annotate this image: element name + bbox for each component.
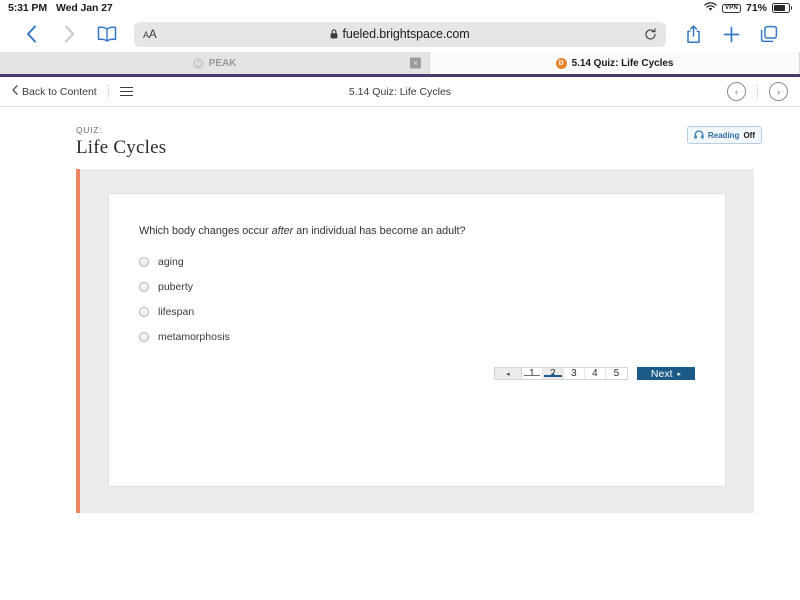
- reading-label: Reading: [707, 130, 740, 140]
- reload-icon[interactable]: [644, 27, 657, 41]
- back-to-content-label: Back to Content: [22, 85, 97, 98]
- option-label: aging: [158, 256, 184, 269]
- reading-state: Off: [743, 130, 755, 140]
- page-number: 5: [613, 368, 620, 380]
- tabs-overview-button[interactable]: [750, 19, 788, 49]
- browser-tab-quiz[interactable]: D 5.14 Quiz: Life Cycles: [430, 52, 800, 74]
- url-text: fueled.brightspace.com: [342, 27, 470, 41]
- share-button[interactable]: [674, 19, 712, 49]
- quiz-content-region: Which body changes occur after an indivi…: [76, 169, 754, 513]
- page-button-1[interactable]: 1: [522, 368, 543, 380]
- page-button-5[interactable]: 5: [606, 368, 627, 379]
- option-row[interactable]: aging: [139, 256, 695, 268]
- page-number: 1: [529, 368, 535, 380]
- battery-percent: 71%: [745, 2, 767, 14]
- nav-divider-right: [757, 84, 758, 99]
- next-button-label: Next: [650, 367, 673, 380]
- vpn-badge: VPN: [722, 3, 741, 13]
- option-label: metamorphosis: [158, 331, 230, 344]
- nav-divider: [107, 84, 109, 99]
- bookmarks-button[interactable]: [88, 19, 126, 49]
- page-button-3[interactable]: 3: [564, 368, 585, 380]
- wifi-icon: [704, 1, 717, 15]
- tab-content-peak: G PEAK: [192, 57, 237, 69]
- page-button-4[interactable]: 4: [585, 368, 606, 380]
- lms-nav-bar: Back to Content 5.14 Quiz: Life Cycles ‹…: [0, 77, 800, 107]
- pagination-row: ◂ 1 2 3 4 5 Next ▸: [139, 367, 695, 381]
- nav-next-button[interactable]: ›: [769, 82, 788, 101]
- option-label: lifespan: [158, 306, 195, 319]
- browser-tab-bar: G PEAK × D 5.14 Quiz: Life Cycles: [0, 52, 800, 77]
- page-number: 3: [571, 368, 577, 380]
- status-bar-right: VPN 71%: [704, 1, 792, 15]
- lms-nav-right: ‹ ›: [727, 82, 788, 101]
- tab-title-peak: PEAK: [208, 57, 237, 69]
- url-bar[interactable]: AA fueled.brightspace.com: [134, 21, 666, 47]
- text-size-big-a: A: [148, 27, 157, 41]
- status-bar-left: 5:31 PM Wed Jan 27: [8, 2, 113, 14]
- active-page-caret-icon: [549, 372, 556, 376]
- chevron-right-icon: ▸: [677, 370, 681, 378]
- tab-title-quiz: 5.14 Quiz: Life Cycles: [571, 57, 674, 69]
- radio-button-icon[interactable]: [139, 257, 149, 268]
- browser-back-button[interactable]: [12, 19, 50, 49]
- new-tab-button[interactable]: [712, 19, 750, 49]
- battery-icon: [772, 3, 792, 13]
- option-row[interactable]: lifespan: [139, 306, 695, 318]
- answer-options: aging puberty lifespan metamorphosis: [139, 256, 695, 343]
- peak-favicon: G: [192, 57, 204, 69]
- pagination-numbers: 1 2 3 4 5: [521, 367, 628, 381]
- radio-button-icon[interactable]: [139, 307, 149, 318]
- back-to-content-button[interactable]: Back to Content: [12, 85, 97, 98]
- browser-forward-button[interactable]: [50, 19, 88, 49]
- url-display: fueled.brightspace.com: [134, 27, 666, 41]
- question-emphasis: after: [271, 225, 294, 237]
- question-text: Which body changes occur after an indivi…: [139, 224, 695, 239]
- hamburger-menu-icon[interactable]: [119, 87, 133, 96]
- brightspace-favicon: D: [555, 57, 567, 69]
- headphones-icon: [694, 129, 704, 141]
- status-date: Wed Jan 27: [55, 2, 113, 14]
- pagination: ◂ 1 2 3 4 5: [493, 367, 628, 381]
- browser-tab-peak[interactable]: G PEAK ×: [0, 52, 430, 74]
- text-size-button[interactable]: AA: [143, 27, 157, 41]
- close-icon[interactable]: ×: [410, 57, 421, 69]
- radio-button-icon[interactable]: [139, 332, 149, 343]
- option-row[interactable]: puberty: [139, 281, 695, 293]
- lock-icon: [330, 29, 338, 39]
- browser-toolbar: AA fueled.brightspace.com: [0, 16, 800, 52]
- quiz-header: QUIZ: Life Cycles Reading Off: [0, 107, 800, 169]
- pagination-prev-button[interactable]: ◂: [493, 367, 522, 381]
- ios-status-bar: 5:31 PM Wed Jan 27 VPN 71%: [0, 0, 800, 16]
- status-time: 5:31 PM: [8, 2, 47, 14]
- next-button[interactable]: Next ▸: [636, 367, 695, 381]
- tab-content-quiz: D 5.14 Quiz: Life Cycles: [555, 57, 674, 69]
- question-suffix: an individual has become an adult?: [293, 225, 466, 237]
- reading-toggle[interactable]: Reading Off: [686, 126, 762, 144]
- option-row[interactable]: metamorphosis: [139, 331, 695, 343]
- quiz-question-card: Which body changes occur after an indivi…: [108, 193, 726, 487]
- page-number: 4: [592, 368, 598, 380]
- chevron-left-icon: [12, 85, 18, 98]
- quiz-page: QUIZ: Life Cycles Reading Off Which body…: [0, 107, 800, 513]
- question-prefix: Which body changes occur: [139, 225, 272, 237]
- page-button-2[interactable]: 2: [542, 368, 564, 380]
- radio-button-icon[interactable]: [139, 282, 149, 293]
- nav-prev-button[interactable]: ‹: [727, 82, 746, 101]
- option-label: puberty: [158, 281, 194, 294]
